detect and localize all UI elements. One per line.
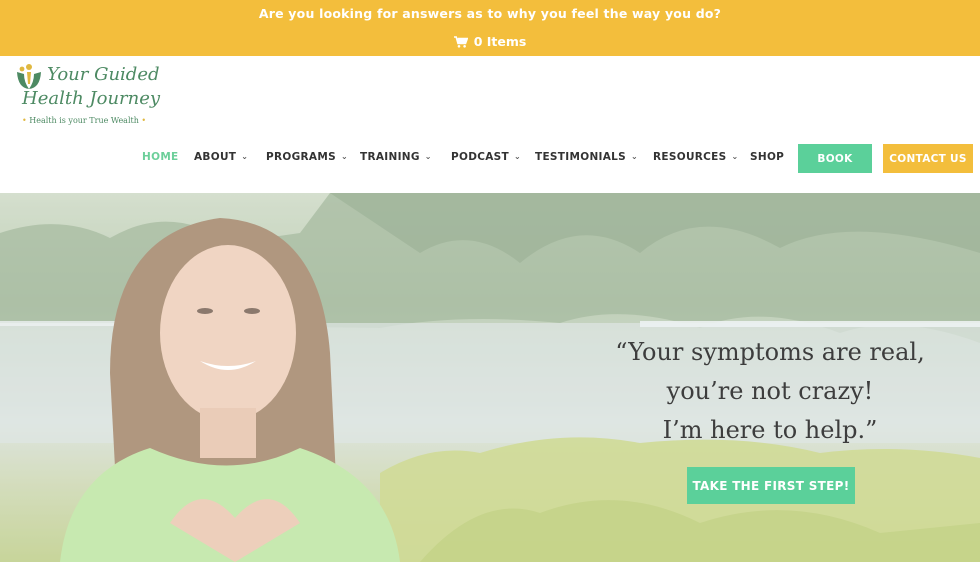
shopping-cart-icon [453, 35, 468, 48]
site-logo[interactable]: Your Guided Health Journey • Health is y… [14, 60, 160, 128]
quote-line: “Your symptoms are real, [615, 338, 925, 366]
chevron-down-icon: ⌄ [340, 151, 348, 161]
logo-tagline: • Health is your True Wealth • [22, 116, 146, 125]
announcement-bar: Are you looking for answers as to why yo… [0, 0, 980, 56]
main-nav: HOME ABOUT ⌄ PROGRAMS ⌄ TRAINING ⌄ PODCA… [0, 144, 980, 174]
nav-label: PODCAST [451, 151, 509, 163]
nav-label: TESTIMONIALS [535, 151, 627, 163]
tag-bullet-right: • [141, 116, 147, 125]
nav-item-testimonials[interactable]: TESTIMONIALS ⌄ [535, 151, 638, 163]
nav-label: TRAINING [360, 151, 420, 163]
logo-title-line2: Health Journey [22, 88, 161, 109]
nav-label: PROGRAMS [266, 151, 336, 163]
nav-item-resources[interactable]: RESOURCES ⌄ [653, 151, 739, 163]
nav-label: RESOURCES [653, 151, 727, 163]
chevron-down-icon: ⌄ [631, 151, 639, 161]
cart-count-label: 0 Items [473, 34, 527, 49]
nav-item-about[interactable]: ABOUT ⌄ [194, 151, 248, 163]
hero-quote: “Your symptoms are real, you’re not craz… [560, 333, 980, 450]
contact-us-button[interactable]: CONTACT US [883, 144, 973, 173]
nav-label: HOME [142, 151, 179, 163]
nav-label: ABOUT [194, 151, 237, 163]
chevron-down-icon: ⌄ [731, 151, 739, 161]
nav-item-programs[interactable]: PROGRAMS ⌄ [266, 151, 348, 163]
nav-item-home[interactable]: HOME [142, 151, 179, 163]
hero-section: “Your symptoms are real, you’re not craz… [0, 193, 980, 562]
tag-bullet-left: • [22, 116, 27, 125]
take-first-step-button[interactable]: TAKE THE FIRST STEP! [687, 467, 855, 504]
nav-label: SHOP [750, 151, 785, 163]
chevron-down-icon: ⌄ [514, 151, 522, 161]
quote-line: I’m here to help.” [662, 416, 878, 444]
logo-title-line1: Your Guided [47, 64, 160, 85]
announcement-message: Are you looking for answers as to why yo… [258, 6, 722, 21]
nav-item-podcast[interactable]: PODCAST ⌄ [451, 151, 521, 163]
nav-item-shop[interactable]: SHOP [750, 151, 784, 163]
chevron-down-icon: ⌄ [424, 151, 432, 161]
tagline-text: Health is your True Wealth [29, 116, 139, 125]
quote-line: you’re not crazy! [666, 377, 874, 405]
cart-link[interactable]: 0 Items [0, 34, 980, 49]
nav-item-training[interactable]: TRAINING ⌄ [360, 151, 432, 163]
site-header: Your Guided Health Journey • Health is y… [0, 56, 980, 193]
chevron-down-icon: ⌄ [241, 151, 249, 161]
book-button[interactable]: BOOK [798, 144, 872, 173]
